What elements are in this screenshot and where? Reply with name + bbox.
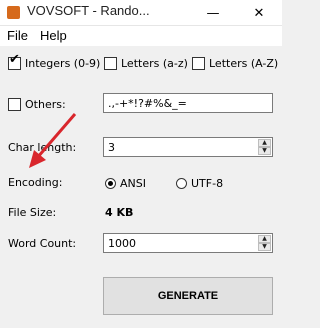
close-button[interactable]: ✕ xyxy=(236,0,282,26)
radio-unselected-icon[interactable] xyxy=(176,177,187,189)
file-size-label: File Size: xyxy=(8,206,57,219)
encoding-ansi-label: ANSI xyxy=(120,176,146,190)
letters-upper-label: Letters (A-Z) xyxy=(209,56,279,70)
menu-bar: File Help xyxy=(0,26,282,46)
letters-lower-checkbox-box[interactable] xyxy=(104,56,117,70)
others-checkbox-box[interactable] xyxy=(8,97,21,111)
file-size-value: 4 KB xyxy=(105,206,134,219)
spin-up-icon[interactable]: ▲ xyxy=(258,139,271,147)
encoding-utf8-label: UTF-8 xyxy=(191,176,224,190)
menu-file[interactable]: File xyxy=(7,28,28,43)
integers-checkbox[interactable]: ✔ Integers (0-9) xyxy=(8,53,101,72)
letters-lower-checkbox[interactable]: Letters (a-z) xyxy=(104,54,188,72)
integers-checkbox-box[interactable]: ✔ xyxy=(8,53,21,70)
minimize-button[interactable]: — xyxy=(190,0,236,26)
word-count-label: Word Count: xyxy=(8,237,77,250)
generate-button[interactable]: GENERATE xyxy=(103,277,273,315)
integers-label: Integers (0-9) xyxy=(25,56,101,70)
word-count-value: 1000 xyxy=(108,237,136,250)
menu-help[interactable]: Help xyxy=(40,28,67,43)
spin-down-icon[interactable]: ▼ xyxy=(258,243,271,251)
others-label: Others: xyxy=(25,97,66,111)
char-length-spinner[interactable]: 3 ▲ ▼ xyxy=(103,137,273,157)
spin-up-icon[interactable]: ▲ xyxy=(258,235,271,243)
annotation-arrow-icon xyxy=(29,113,77,168)
title-bar: VOVSOFT - Rando... — ✕ xyxy=(0,0,282,26)
letters-upper-checkbox[interactable]: Letters (A-Z) xyxy=(192,54,278,72)
letters-lower-label: Letters (a-z) xyxy=(121,56,188,70)
char-length-value: 3 xyxy=(108,141,115,154)
word-count-spinner[interactable]: 1000 ▲ ▼ xyxy=(103,233,273,253)
encoding-ansi-radio[interactable]: ANSI xyxy=(105,175,146,191)
encoding-label: Encoding: xyxy=(8,176,63,189)
app-icon xyxy=(7,6,20,19)
others-input[interactable]: .,-+*!?#%&_= xyxy=(103,93,273,113)
check-icon: ✔ xyxy=(9,51,20,67)
spin-down-icon[interactable]: ▼ xyxy=(258,147,271,155)
others-input-value: .,-+*!?#%&_= xyxy=(108,97,187,110)
encoding-utf8-radio[interactable]: UTF-8 xyxy=(176,175,223,191)
window-title: VOVSOFT - Rando... xyxy=(27,3,150,18)
letters-upper-checkbox-box[interactable] xyxy=(192,56,205,70)
radio-selected-icon[interactable] xyxy=(105,177,116,189)
